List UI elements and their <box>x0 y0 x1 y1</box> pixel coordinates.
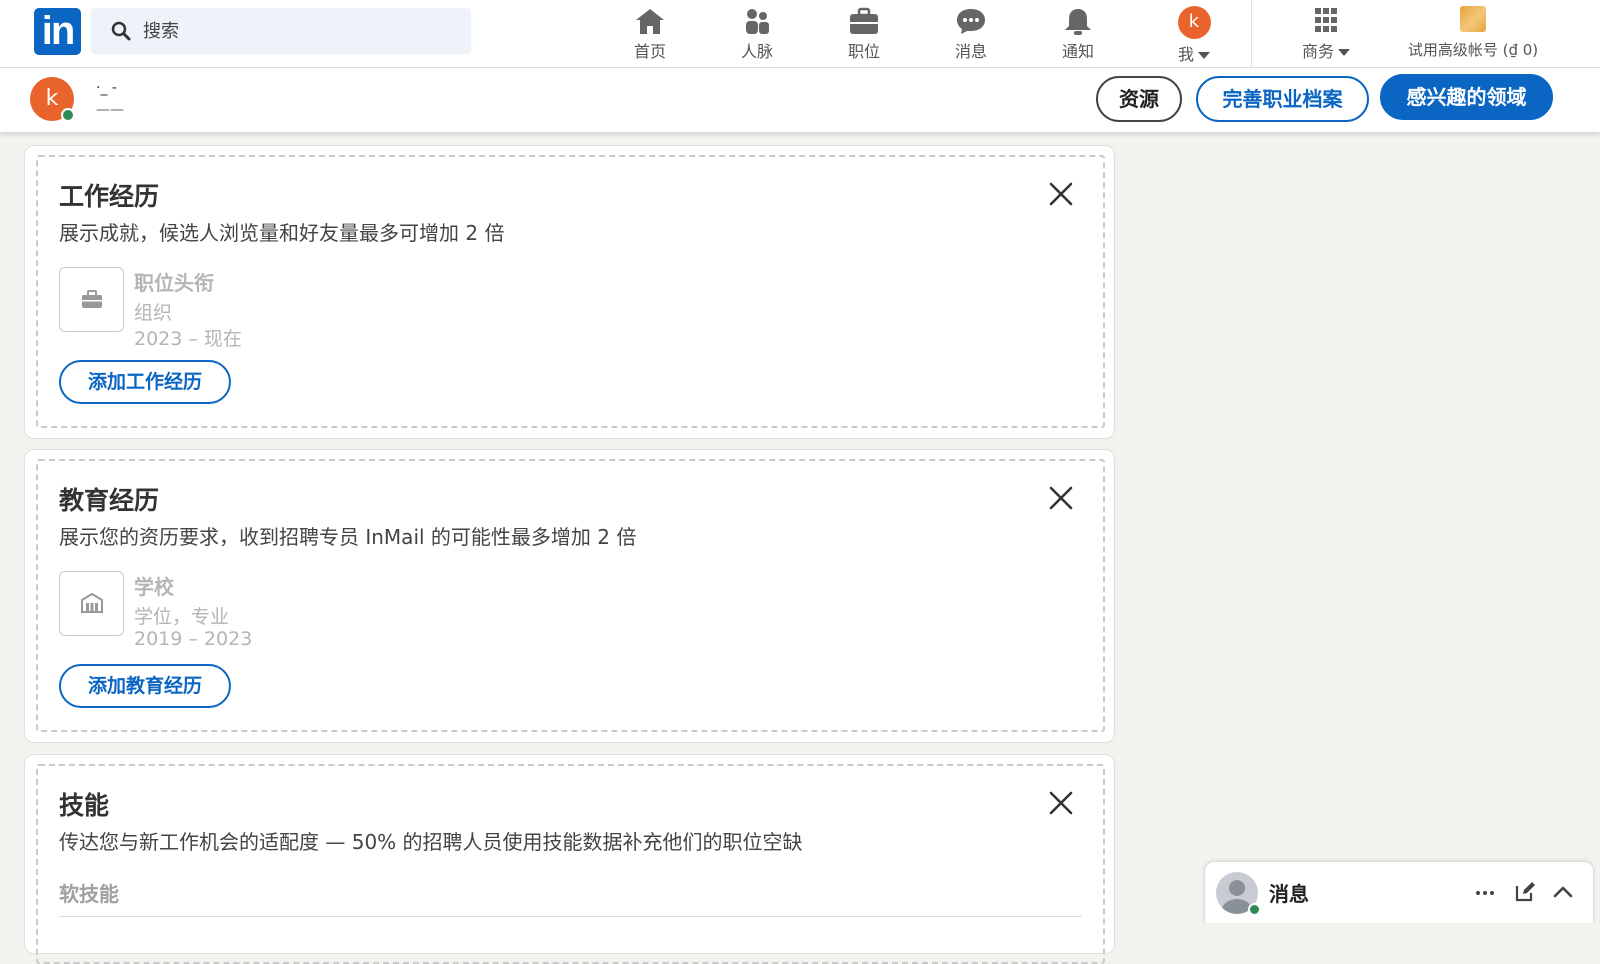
school-placeholder-logo <box>59 571 124 636</box>
nav-business[interactable]: 商务 <box>1280 4 1372 62</box>
experience-card: 工作经历 展示成就，候选人浏览量和好友量最多可增加 2 倍 职位头衔 组织 20… <box>24 145 1115 439</box>
linkedin-logo[interactable]: in <box>34 8 81 55</box>
complete-profile-button[interactable]: 完善职业档案 <box>1196 76 1369 122</box>
nav-messaging-label: 消息 <box>954 42 987 61</box>
online-status-dot <box>61 108 75 122</box>
nav-jobs[interactable]: 职位 <box>818 4 910 62</box>
me-avatar: k <box>1177 6 1211 39</box>
skills-title: 技能 <box>59 791 110 820</box>
add-experience-button[interactable]: 添加工作经历 <box>59 360 231 404</box>
close-icon[interactable] <box>1046 179 1076 209</box>
chevron-up-icon[interactable] <box>1551 880 1575 904</box>
chevron-down-icon <box>1338 49 1350 56</box>
skills-description: 传达您与新工作机会的适配度 — 50% 的招聘人员使用技能数据补充他们的职位空缺 <box>59 830 803 854</box>
nav-home-label: 首页 <box>633 42 666 61</box>
nav-me-text: 我 <box>1177 45 1194 64</box>
bell-icon <box>1065 9 1091 35</box>
profile-name: ·_ - <box>96 80 117 96</box>
education-card: 教育经历 展示您的资历要求，收到招聘专员 InMail 的可能性最多增加 2 倍… <box>24 449 1115 743</box>
profile-subtitle: —— <box>96 102 124 118</box>
close-icon[interactable] <box>1046 788 1076 818</box>
nav-network-label: 人脉 <box>740 42 773 61</box>
nav-network[interactable]: 人脉 <box>711 4 803 62</box>
nav-business-label: 商务 <box>1280 38 1372 62</box>
placeholder-degree: 学位，专业 <box>134 606 230 628</box>
chevron-down-icon <box>1198 52 1210 59</box>
premium-badge-icon <box>1460 6 1486 32</box>
profile-sticky-bar: k ·_ - —— 资源 完善职业档案 感兴趣的领域 <box>0 68 1600 132</box>
search-box[interactable] <box>91 8 471 54</box>
home-icon <box>636 9 664 34</box>
placeholder-job-title: 职位头衔 <box>134 271 214 295</box>
nav-me-label: 我 <box>1148 41 1240 65</box>
resources-button[interactable]: 资源 <box>1096 76 1182 122</box>
nav-notifications-label: 通知 <box>1061 42 1094 61</box>
placeholder-dates: 2019 – 2023 <box>134 628 253 650</box>
placeholder-dates: 2023 – 现在 <box>134 328 242 350</box>
placeholder-school: 学校 <box>134 575 174 599</box>
nav-home[interactable]: 首页 <box>604 4 696 62</box>
skills-card-dashed-area: 技能 传达您与新工作机会的适配度 — 50% 的招聘人员使用技能数据补充他们的职… <box>36 764 1105 964</box>
education-title: 教育经历 <box>59 486 160 515</box>
education-card-dashed-area: 教育经历 展示您的资历要求，收到招聘专员 InMail 的可能性最多增加 2 倍… <box>36 459 1105 732</box>
add-education-button[interactable]: 添加教育经历 <box>59 664 231 708</box>
nav-jobs-label: 职位 <box>847 42 880 61</box>
experience-title: 工作经历 <box>59 182 160 211</box>
global-nav: in 首页 人脉 职位 <box>0 0 1600 68</box>
messaging-icon <box>957 9 985 34</box>
skills-card: 技能 传达您与新工作机会的适配度 — 50% 的招聘人员使用技能数据补充他们的职… <box>24 754 1115 964</box>
more-options-icon[interactable] <box>1473 880 1497 904</box>
divider <box>59 916 1082 917</box>
close-icon[interactable] <box>1046 483 1076 513</box>
messaging-dock[interactable]: 消息 <box>1204 861 1594 923</box>
education-description: 展示您的资历要求，收到招聘专员 InMail 的可能性最多增加 2 倍 <box>59 525 637 549</box>
grid-icon <box>1315 8 1337 32</box>
premium-label: 试用高级帐号 (₫ 0) <box>1407 41 1539 59</box>
nav-divider <box>1251 0 1252 68</box>
avatar-head <box>1229 880 1245 896</box>
messaging-dock-label: 消息 <box>1269 882 1309 906</box>
network-icon <box>746 9 769 34</box>
nav-business-text: 商务 <box>1301 42 1334 61</box>
briefcase-icon <box>82 290 102 308</box>
online-status-dot <box>1248 903 1261 916</box>
nav-me[interactable]: k 我 <box>1148 4 1240 65</box>
experience-card-dashed-area: 工作经历 展示成就，候选人浏览量和好友量最多可增加 2 倍 职位头衔 组织 20… <box>36 155 1105 428</box>
interests-button[interactable]: 感兴趣的领域 <box>1380 74 1553 120</box>
nav-notifications[interactable]: 通知 <box>1032 4 1124 62</box>
experience-description: 展示成就，候选人浏览量和好友量最多可增加 2 倍 <box>59 221 505 245</box>
placeholder-organization: 组织 <box>134 302 173 324</box>
compose-icon[interactable] <box>1513 880 1537 904</box>
organization-placeholder-logo <box>59 267 124 332</box>
school-icon <box>81 592 103 613</box>
jobs-icon <box>850 7 878 34</box>
search-input[interactable] <box>143 8 463 54</box>
nav-messaging[interactable]: 消息 <box>925 4 1017 62</box>
search-icon <box>111 21 131 41</box>
premium-trial-link[interactable]: 试用高级帐号 (₫ 0) <box>1398 4 1548 62</box>
soft-skills-label: 软技能 <box>59 882 119 906</box>
